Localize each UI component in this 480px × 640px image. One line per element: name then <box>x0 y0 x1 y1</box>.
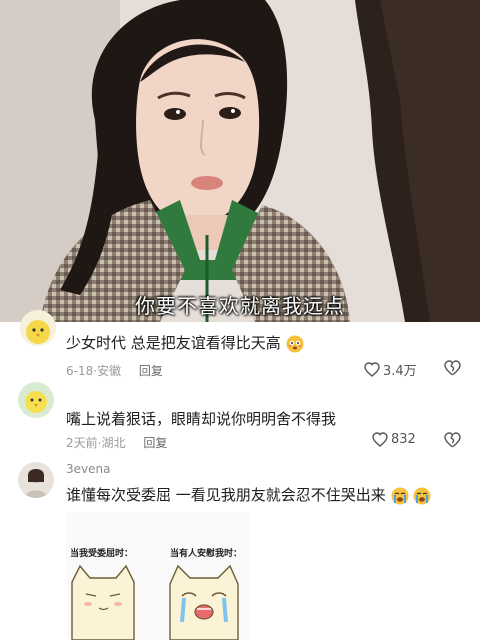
comment-meta: 2天前·湖北 回复 <box>66 434 167 451</box>
like-count: 832 <box>391 432 416 447</box>
chick-avatar-icon <box>18 382 54 418</box>
chick-avatar-icon <box>20 310 56 346</box>
comment-text-content: 少女时代 总是把友谊看得比天高 <box>66 334 281 352</box>
comment-username[interactable]: 3evena <box>66 462 110 476</box>
comment-date: 2天前 <box>66 436 98 450</box>
comment-text: 谁懂每次受委屈 一看见我朋友就会忍不住哭出来 <box>66 484 431 505</box>
avatar[interactable] <box>18 462 54 498</box>
heart-icon <box>372 432 388 447</box>
broken-heart-icon <box>444 432 461 448</box>
like-button[interactable]: 3.4万 <box>364 360 417 379</box>
comment-image[interactable]: 当我受委屈时： 当有人安慰我时： <box>66 512 250 640</box>
avatar[interactable] <box>18 382 54 418</box>
crying-face-icon <box>413 487 431 504</box>
broken-heart-icon <box>444 360 461 376</box>
comment-location: 湖北 <box>101 436 126 450</box>
heart-icon <box>364 362 380 377</box>
crying-cat-meme-icon <box>71 564 239 640</box>
dislike-button[interactable] <box>444 360 461 380</box>
comment-date: 6-18 <box>66 364 94 378</box>
comment-text-content: 谁懂每次受委屈 一看见我朋友就会忍不住哭出来 <box>66 486 386 504</box>
reply-button[interactable]: 回复 <box>143 436 167 450</box>
user-photo-avatar-icon <box>18 462 54 498</box>
comment-item: 少女时代 总是把友谊看得比天高 6-18·安徽 回复 3.4万 <box>0 310 480 382</box>
comment-meta: 6-18·安徽 回复 <box>66 362 163 379</box>
avatar[interactable] <box>20 310 56 346</box>
comment-location: 安徽 <box>97 364 122 378</box>
comment-item: 嘴上说着狠话，眼睛却说你明明舍不得我 2天前·湖北 回复 832 <box>0 380 480 460</box>
comment-text: 少女时代 总是把友谊看得比天高 <box>66 332 304 353</box>
flushed-face-icon <box>286 335 304 352</box>
video-subtitle: 你要不喜欢就离我远点 <box>135 294 345 318</box>
dislike-button[interactable] <box>444 432 461 452</box>
comment-text: 嘴上说着狠话，眼睛却说你明明舍不得我 <box>66 410 337 428</box>
video-frame[interactable]: 你要不喜欢就离我远点 <box>0 0 480 322</box>
crying-face-icon <box>391 487 409 504</box>
like-button[interactable]: 832 <box>372 432 416 447</box>
video-still <box>0 0 480 322</box>
reply-button[interactable]: 回复 <box>139 364 163 378</box>
like-count: 3.4万 <box>383 364 417 379</box>
